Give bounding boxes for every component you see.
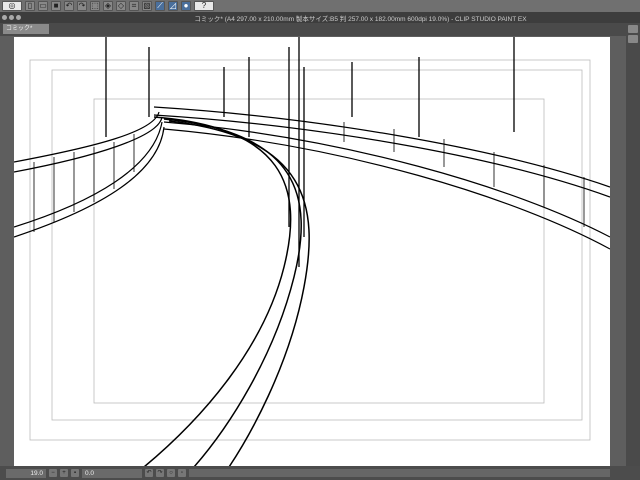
scroll-down-arrow[interactable] <box>628 35 638 43</box>
fit-button[interactable]: ▪ <box>71 469 79 477</box>
reset-rotation-button[interactable]: ○ <box>167 469 175 477</box>
rotation-field[interactable]: 0.0 <box>82 468 142 478</box>
horizontal-scrollbar[interactable] <box>189 469 610 477</box>
center-barrier <box>143 116 310 468</box>
window-title: コミック* (A4 297.00 x 210.00mm 製本サイズ:B5 判 2… <box>194 15 527 23</box>
open-file-icon[interactable]: ▭ <box>38 1 48 11</box>
canvas-area[interactable] <box>0 36 626 468</box>
flip-button[interactable]: ▫ <box>178 469 186 477</box>
zoom-in-button[interactable]: + <box>60 469 68 477</box>
close-window-button[interactable] <box>2 15 7 20</box>
right-guardrail <box>153 106 611 250</box>
inner-frame <box>93 98 545 404</box>
select-all-icon[interactable]: ⬚ <box>90 1 100 11</box>
road-illustration <box>13 37 611 468</box>
tab-comic[interactable]: コミック* <box>3 24 49 34</box>
snap-special-ruler-icon[interactable]: ● <box>181 1 191 11</box>
status-bar: 19.0 − + ▪ 0.0 ↶ ↷ ○ ▫ <box>0 466 640 480</box>
fill-icon[interactable]: ◈ <box>103 1 113 11</box>
trim-frame <box>51 69 583 421</box>
outer-frame <box>29 59 591 441</box>
clear-icon[interactable]: ◇ <box>116 1 126 11</box>
new-file-icon[interactable]: ▯ <box>25 1 35 11</box>
transform-icon[interactable]: ⌗ <box>129 1 139 11</box>
crop-icon[interactable]: ▧ <box>142 1 152 11</box>
command-bar: ◎ ▯ ▭ ■ ↶ ↷ ⬚ ◈ ◇ ⌗ ▧ ⟋ ◿ ● ? <box>0 0 640 12</box>
scroll-up-arrow[interactable] <box>628 25 638 33</box>
tab-bar: コミック* <box>0 23 640 36</box>
clip-studio-logo-button[interactable]: ◎ <box>2 1 22 11</box>
zoom-out-button[interactable]: − <box>49 469 57 477</box>
canvas-page[interactable] <box>13 37 611 468</box>
save-icon[interactable]: ■ <box>51 1 61 11</box>
snap-ruler-icon[interactable]: ⟋ <box>155 1 165 11</box>
help-icon[interactable]: ? <box>194 1 214 11</box>
snap-grid-icon[interactable]: ◿ <box>168 1 178 11</box>
rotate-left-button[interactable]: ↶ <box>145 469 153 477</box>
vertical-scrollbar[interactable] <box>626 23 640 466</box>
undo-icon[interactable]: ↶ <box>64 1 74 11</box>
title-bar: コミック* (A4 297.00 x 210.00mm 製本サイズ:B5 判 2… <box>0 12 640 23</box>
rotate-right-button[interactable]: ↷ <box>156 469 164 477</box>
minimize-window-button[interactable] <box>9 15 14 20</box>
left-guardrail <box>13 111 165 238</box>
zoom-level-field[interactable]: 19.0 <box>6 468 46 478</box>
lamp-posts <box>105 37 515 267</box>
redo-icon[interactable]: ↷ <box>77 1 87 11</box>
